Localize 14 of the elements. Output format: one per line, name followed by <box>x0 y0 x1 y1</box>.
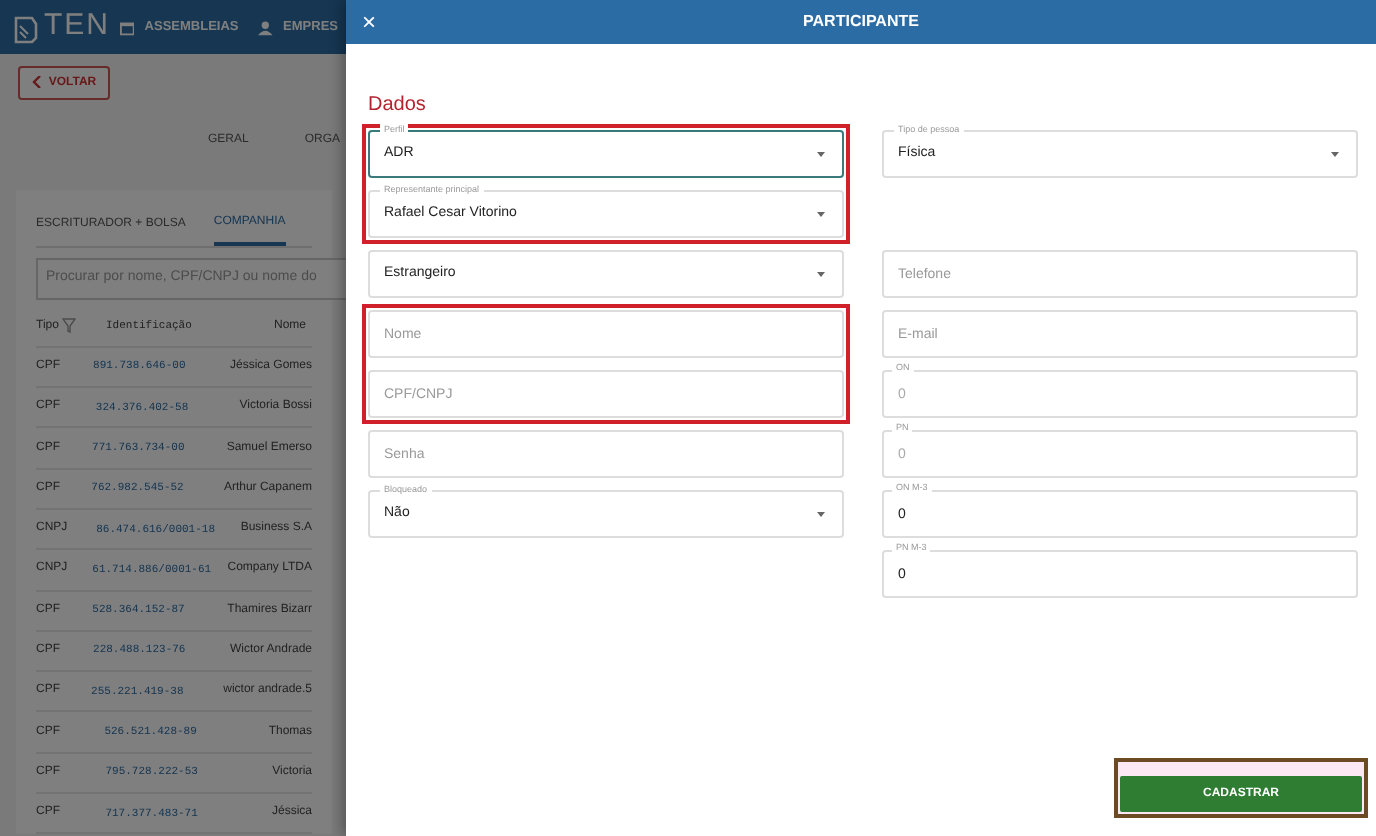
section-title: Dados <box>368 92 428 120</box>
close-button[interactable]: × <box>346 10 393 34</box>
logo-icon <box>12 11 38 43</box>
caret-icon <box>1328 150 1342 158</box>
chevron-left-icon <box>32 76 42 89</box>
caret-icon <box>814 510 828 518</box>
caret-icon <box>814 150 828 158</box>
filter-icon <box>62 318 77 335</box>
person-icon <box>258 19 274 35</box>
caret-icon <box>814 270 828 278</box>
drawer-title: PARTICIPANTE <box>803 12 919 30</box>
calendar-icon <box>120 19 135 35</box>
caret-icon <box>814 210 828 218</box>
logo-text: TEN <box>44 6 110 47</box>
